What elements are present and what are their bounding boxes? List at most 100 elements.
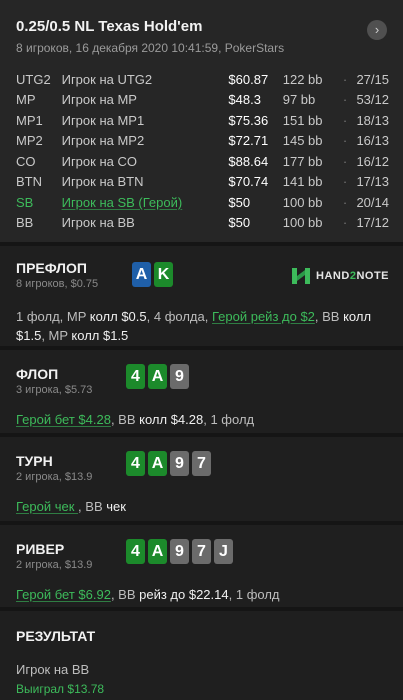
player-stack: $88.64 xyxy=(228,153,269,169)
separator-dot: · xyxy=(342,215,348,231)
player-stack: $70.74 xyxy=(228,174,269,190)
players-list: UTG2 Игрок на UTG2 $60.87 122 bb · 27/15… xyxy=(16,69,389,233)
street-actions: Герой бет $4.28, BB колл $4.28, 1 фолд xyxy=(16,412,255,427)
player-link[interactable]: BB xyxy=(118,412,135,427)
card: 4 xyxy=(126,539,145,564)
player-stack-bb: 177 bb xyxy=(282,153,323,169)
player-row[interactable]: BTN Игрок на BTN $70.74 141 bb · 17/13 xyxy=(16,172,389,193)
player-stack: $72.71 xyxy=(228,133,269,149)
player-row[interactable]: BB Игрок на BB $50 100 bb · 17/12 xyxy=(16,213,389,234)
player-row[interactable]: UTG2 Игрок на UTG2 $60.87 122 bb · 27/15 xyxy=(16,69,389,90)
board-cards: 4 A 9 7 xyxy=(126,451,211,476)
player-stack: $48.3 xyxy=(228,92,261,108)
card: 4 xyxy=(126,364,145,389)
player-stats: 16/12 xyxy=(356,153,389,169)
separator-dot: · xyxy=(342,194,348,210)
player-position: CO xyxy=(16,153,36,169)
player-name: Игрок на CO xyxy=(61,153,137,169)
card: 7 xyxy=(192,451,211,476)
player-row[interactable]: CO Игрок на CO $88.64 177 bb · 16/12 xyxy=(16,151,389,172)
player-link[interactable]: BB xyxy=(118,587,135,602)
street-preflop: ПРЕФЛОП 8 игроков, $0.75 A K HAND2NOTE 1… xyxy=(0,246,403,346)
player-stack: $50 xyxy=(228,215,251,231)
player-position: MP1 xyxy=(16,112,43,128)
player-position: MP2 xyxy=(16,133,43,149)
card: 9 xyxy=(170,451,189,476)
card: 7 xyxy=(192,539,211,564)
street-river: РИВЕР 2 игрока, $13.9 4 A 9 7 J Герой бе… xyxy=(0,525,403,607)
hero-action-link[interactable]: Герой чек xyxy=(16,499,78,514)
player-stack-bb: 151 bb xyxy=(282,112,323,128)
player-stats: 53/12 xyxy=(356,92,389,108)
player-stack-bb: 100 bb xyxy=(282,215,323,231)
card: A xyxy=(132,262,151,287)
chevron-right-icon[interactable]: › xyxy=(367,20,387,40)
hand2note-logo-icon xyxy=(291,267,311,285)
player-name: Игрок на MP1 xyxy=(61,112,145,128)
player-stack: $60.87 xyxy=(228,71,269,87)
result-section: РЕЗУЛЬТАТ Игрок на BB Выиграл $13.78 xyxy=(0,611,403,696)
player-stack: $75.36 xyxy=(228,112,269,128)
player-name: Игрок на MP2 xyxy=(61,133,145,149)
street-actions: Герой чек , BB чек xyxy=(16,499,126,514)
separator-dot: · xyxy=(342,153,348,169)
player-row[interactable]: MP1 Игрок на MP1 $75.36 151 bb · 18/13 xyxy=(16,110,389,131)
player-stats: 16/13 xyxy=(356,133,389,149)
player-row-hero[interactable]: SB Игрок на SB (Герой) $50 100 bb · 20/1… xyxy=(16,192,389,213)
street-flop: ФЛОП 3 игрока, $5.73 4 A 9 Герой бет $4.… xyxy=(0,350,403,433)
player-stack-bb: 122 bb xyxy=(282,71,323,87)
player-name: Игрок на MP xyxy=(61,92,137,108)
player-row[interactable]: MP2 Игрок на MP2 $72.71 145 bb · 16/13 xyxy=(16,131,389,152)
player-stack-bb: 145 bb xyxy=(282,133,323,149)
player-name: Игрок на UTG2 xyxy=(61,71,153,87)
player-position: BTN xyxy=(16,174,42,190)
player-row[interactable]: MP Игрок на MP $48.3 97 bb · 53/12 xyxy=(16,90,389,111)
player-stats: 17/12 xyxy=(356,215,389,231)
player-name[interactable]: Игрок на SB (Герой) xyxy=(62,195,229,210)
hole-cards: A K xyxy=(132,262,173,287)
player-link[interactable]: MP xyxy=(49,328,68,343)
board-cards: 4 A 9 xyxy=(126,364,189,389)
hand-header: 0.25/0.5 NL Texas Hold'em 8 игроков, 16 … xyxy=(0,0,403,242)
player-position: MP xyxy=(16,92,36,108)
hero-action-link[interactable]: Герой бет $4.28 xyxy=(16,412,111,427)
player-stats: 17/13 xyxy=(356,174,389,190)
street-title: ФЛОП xyxy=(16,366,59,382)
street-subtitle: 3 игрока, $5.73 xyxy=(16,384,93,396)
hand2note-logo: HAND2NOTE xyxy=(291,267,389,285)
hero-action-link[interactable]: Герой рейз до $2 xyxy=(212,309,315,324)
separator-dot: · xyxy=(342,112,348,128)
player-stats: 18/13 xyxy=(356,112,389,128)
player-stack: $50 xyxy=(228,194,251,210)
player-stack-bb: 141 bb xyxy=(282,174,323,190)
hand-subtitle: 8 игроков, 16 декабря 2020 10:41:59, Pok… xyxy=(16,41,285,55)
hero-action-link[interactable]: Герой бет $6.92 xyxy=(16,587,111,602)
card: 4 xyxy=(126,451,145,476)
hand2note-logo-text: HAND2NOTE xyxy=(316,270,389,282)
card: A xyxy=(148,539,167,564)
player-link[interactable]: BB xyxy=(85,499,102,514)
board-cards: 4 A 9 7 J xyxy=(126,539,233,564)
player-link[interactable]: BB xyxy=(322,309,339,324)
separator-dot: · xyxy=(342,92,348,108)
player-stats: 27/15 xyxy=(356,71,389,87)
card: 9 xyxy=(170,539,189,564)
player-name: Игрок на BB xyxy=(61,215,135,231)
street-actions: 1 фолд, MP колл $0.5, 4 фолда, Герой рей… xyxy=(16,309,372,343)
separator-dot: · xyxy=(342,174,348,190)
player-name: Игрок на BTN xyxy=(61,174,144,190)
player-stack-bb: 97 bb xyxy=(282,92,316,108)
result-title: РЕЗУЛЬТАТ xyxy=(16,628,96,644)
player-position: UTG2 xyxy=(16,71,51,87)
hand-title: 0.25/0.5 NL Texas Hold'em xyxy=(16,18,203,35)
result-winner: Игрок на BB xyxy=(16,662,90,677)
player-link[interactable]: MP xyxy=(67,309,86,324)
result-amount: Выиграл $13.78 xyxy=(16,682,105,696)
player-position: BB xyxy=(16,215,34,231)
separator-dot: · xyxy=(342,133,348,149)
card: K xyxy=(154,262,173,287)
player-position: SB xyxy=(16,194,34,210)
card: 9 xyxy=(170,364,189,389)
street-turn: ТУРН 2 игрока, $13.9 4 A 9 7 Герой чек ,… xyxy=(0,437,403,521)
player-stack-bb: 100 bb xyxy=(282,194,323,210)
